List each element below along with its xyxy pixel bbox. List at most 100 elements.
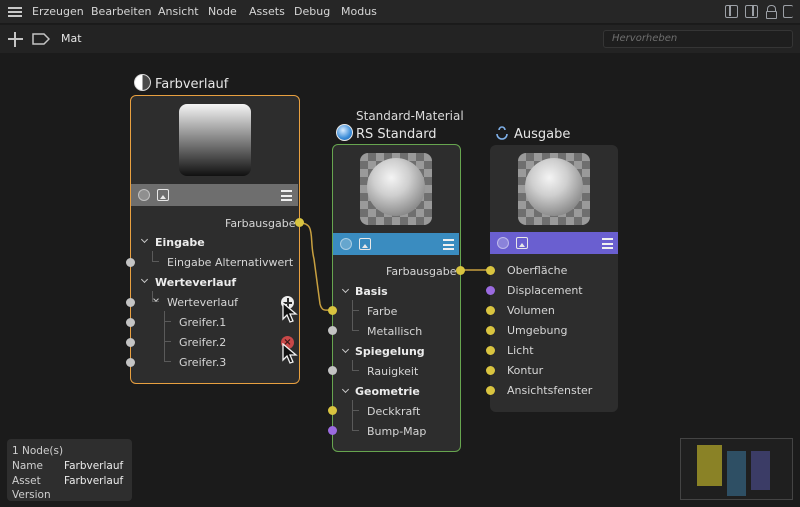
node-header-bar (490, 232, 618, 254)
window-icon[interactable] (783, 5, 793, 18)
node-menu-icon[interactable] (281, 190, 292, 201)
minimap[interactable] (680, 438, 793, 500)
tree-branch (352, 330, 359, 331)
chevron-down-icon[interactable] (341, 345, 350, 354)
lock-icon[interactable] (766, 5, 777, 19)
input-port-displacement[interactable] (486, 286, 495, 295)
input-port-metallisch[interactable] (328, 326, 337, 335)
chevron-down-icon[interactable] (341, 385, 350, 394)
port-label-farbausgabe: Farbausgabe (386, 265, 457, 278)
port-label-eingabe-alternativwert: Eingabe Alternativwert (167, 256, 294, 269)
gradient-node-icon (134, 74, 151, 91)
node-title-ausgabe[interactable]: Ausgabe (514, 127, 570, 142)
output-port-farbausgabe[interactable] (456, 266, 465, 275)
group-spiegelung[interactable]: Spiegelung (355, 345, 425, 358)
input-port-rauigkeit[interactable] (328, 366, 337, 375)
port-label-oberflaeche: Oberfläche (507, 264, 568, 277)
output-port-farbausgabe[interactable] (295, 218, 304, 227)
input-port-greifer-1[interactable] (126, 318, 135, 327)
input-port-oberflaeche[interactable] (486, 266, 495, 275)
preview-image-icon[interactable] (157, 189, 169, 201)
port-label-metallisch: Metallisch (367, 325, 423, 338)
tag-icon[interactable] (32, 33, 50, 45)
tree-branch (352, 430, 359, 431)
input-port-greifer-2[interactable] (126, 338, 135, 347)
minimap-node-ausgabe (751, 451, 770, 490)
menu-assets[interactable]: Assets (249, 5, 285, 18)
tree-line (352, 300, 353, 330)
port-label-werteverlauf: Werteverlauf (167, 296, 239, 309)
preview-image-icon[interactable] (359, 238, 371, 250)
chevron-down-icon[interactable] (140, 275, 149, 284)
port-label-licht: Licht (507, 344, 534, 357)
input-port-ansichtsfenster[interactable] (486, 386, 495, 395)
input-port-greifer-3[interactable] (126, 358, 135, 367)
tree-branch (352, 310, 359, 311)
menu-node[interactable]: Node (208, 5, 237, 18)
port-label-farbe: Farbe (367, 305, 398, 318)
node-ausgabe[interactable]: Oberfläche Displacement Volumen Umgebung… (490, 145, 618, 412)
node-farbverlauf[interactable]: Farbausgabe Eingabe Eingabe Alternativwe… (130, 95, 300, 384)
node-title-farbverlauf[interactable]: Farbverlauf (155, 77, 228, 92)
input-port-volumen[interactable] (486, 306, 495, 315)
asset-icon (497, 237, 509, 249)
input-port-kontur[interactable] (486, 366, 495, 375)
input-port-umgebung[interactable] (486, 326, 495, 335)
menu-bearbeiten[interactable]: Bearbeiten (91, 5, 151, 18)
port-label-greifer-3: Greifer.3 (179, 356, 227, 369)
group-werteverlauf[interactable]: Werteverlauf (155, 276, 236, 289)
preview-image-icon[interactable] (516, 237, 528, 249)
chevron-down-icon[interactable] (341, 285, 350, 294)
hamburger-menu-icon[interactable] (8, 7, 22, 17)
info-name-value: Farbverlauf (64, 460, 124, 472)
input-port-farbe[interactable] (328, 306, 337, 315)
tree-line (152, 251, 153, 261)
output-node-icon (496, 126, 508, 140)
menu-ansicht[interactable]: Ansicht (158, 5, 199, 18)
add-node-icon[interactable] (8, 32, 23, 47)
tree-branch (164, 321, 171, 322)
input-port-licht[interactable] (486, 346, 495, 355)
input-port-werteverlauf[interactable] (126, 298, 135, 307)
node-menu-icon[interactable] (602, 238, 613, 249)
node-header-bar (131, 184, 298, 206)
menu-erzeugen[interactable]: Erzeugen (32, 5, 84, 18)
info-asset-value: Farbverlauf (64, 475, 124, 487)
port-label-volumen: Volumen (507, 304, 555, 317)
group-geometrie[interactable]: Geometrie (355, 385, 420, 398)
wire-farbverlauf-to-farbe (299, 222, 333, 311)
info-name-label: Name (12, 460, 43, 472)
input-port-bump-map[interactable] (328, 426, 337, 435)
left-panel-icon[interactable] (725, 5, 738, 18)
port-label-kontur: Kontur (507, 364, 544, 377)
node-title-rs-standard[interactable]: RS Standard (356, 127, 437, 142)
asset-icon (138, 189, 150, 201)
right-panel-icon[interactable] (745, 5, 758, 18)
search-input[interactable]: Hervorheben (603, 30, 793, 48)
port-label-ansichtsfenster: Ansichtsfenster (507, 384, 593, 397)
menu-modus[interactable]: Modus (341, 5, 377, 18)
material-preview (518, 153, 590, 225)
group-basis[interactable]: Basis (355, 285, 388, 298)
port-label-rauigkeit: Rauigkeit (367, 365, 419, 378)
menu-debug[interactable]: Debug (294, 5, 330, 18)
input-port-eingabe-alternativwert[interactable] (126, 258, 135, 267)
tree-branch (352, 370, 359, 371)
input-port-deckkraft[interactable] (328, 406, 337, 415)
port-label-farbausgabe: Farbausgabe (225, 217, 296, 230)
node-menu-icon[interactable] (443, 239, 454, 250)
mouse-cursor-icon (282, 302, 298, 323)
chevron-down-icon[interactable] (140, 235, 149, 244)
info-version-label: Version (12, 489, 51, 501)
node-count: 1 Node(s) (12, 445, 64, 457)
port-label-displacement: Displacement (507, 284, 583, 297)
node-rs-standard[interactable]: Farbausgabe Basis Farbe Metallisch Spieg… (332, 144, 461, 452)
mouse-cursor-icon (282, 343, 298, 364)
port-label-deckkraft: Deckkraft (367, 405, 421, 418)
port-label-greifer-1: Greifer.1 (179, 316, 227, 329)
group-eingabe[interactable]: Eingabe (155, 236, 205, 249)
menu-bar: Erzeugen Bearbeiten Ansicht Node Assets … (0, 0, 800, 24)
minimap-node-farbverlauf (697, 445, 722, 486)
port-label-bump-map: Bump-Map (367, 425, 427, 438)
breadcrumb[interactable]: Mat (61, 32, 82, 45)
